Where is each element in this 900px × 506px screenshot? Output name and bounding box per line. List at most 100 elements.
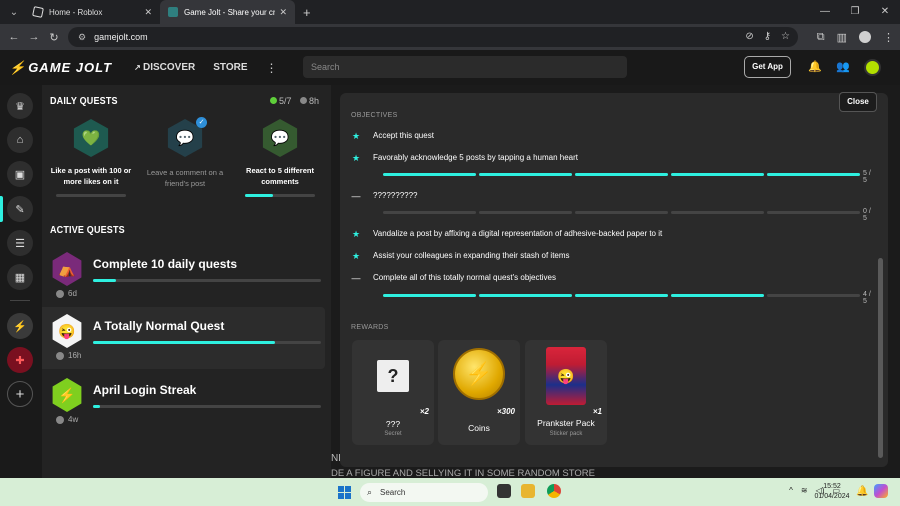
progress-segment xyxy=(575,211,668,214)
gamejolt-logo[interactable]: ⚡ GAME JOLT xyxy=(9,60,112,76)
reward-card[interactable]: ? ×2 ??? Secret xyxy=(352,340,434,445)
reward-card[interactable]: ⚡ ×300 Coins xyxy=(438,340,520,445)
compass-icon: ↗ xyxy=(134,63,143,72)
dash-icon: — xyxy=(351,191,361,201)
roblox-favicon-icon xyxy=(32,6,44,18)
maximize-icon[interactable]: ❐ xyxy=(840,0,870,24)
objective-count: 4 / 5 xyxy=(863,291,871,305)
progress-fill xyxy=(245,194,273,197)
progress-segment xyxy=(671,294,764,297)
daily-quest-text: React to 5 different comments xyxy=(246,166,314,186)
logo-text: GAME JOLT xyxy=(28,59,113,75)
nav-store[interactable]: STORE xyxy=(213,62,247,73)
bolt-icon: ⚡ xyxy=(9,59,27,75)
star-icon: ★ xyxy=(351,229,361,239)
trophy-icon[interactable]: ♛ xyxy=(7,93,33,119)
daily-count: 5/7 xyxy=(270,96,292,106)
add-community-icon[interactable]: + xyxy=(7,381,33,407)
active-quest-progress xyxy=(93,405,321,408)
close-tab-icon[interactable]: ✕ xyxy=(279,7,287,18)
objective-text: Accept this quest xyxy=(373,131,434,140)
progress-fill xyxy=(93,405,100,408)
notification-bell-icon[interactable]: 🔔 xyxy=(856,486,868,497)
coin-icon: ⚡ xyxy=(453,348,505,400)
file-explorer-icon[interactable] xyxy=(521,484,535,498)
notifications-bell-icon[interactable]: 🔔 xyxy=(808,60,822,73)
tab-gamejolt[interactable]: Game Jolt - Share your creation ✕ xyxy=(160,0,295,24)
task-view-icon[interactable] xyxy=(497,484,511,498)
objective-text: Complete all of this totally normal ques… xyxy=(373,273,556,282)
modal-scrollbar[interactable] xyxy=(878,258,883,458)
prankster-character-icon: 😜 xyxy=(52,314,82,348)
active-quest-item[interactable]: ⚡ April Login Streak 4w xyxy=(42,371,331,433)
quest-time-text: 4w xyxy=(68,415,79,424)
daily-quest-text: Leave a comment on a friend's post xyxy=(146,168,224,188)
get-app-button[interactable]: Get App xyxy=(744,56,791,78)
daily-quest-card[interactable]: 💬 ✓ Leave a comment on a friend's post xyxy=(140,117,230,189)
site-search-input[interactable]: Search xyxy=(303,56,627,78)
forward-icon[interactable]: → xyxy=(24,31,44,43)
daily-quest-text: Like a post with 100 or more likes on it xyxy=(50,166,132,186)
minimize-icon[interactable]: — xyxy=(810,0,840,24)
objective-text: Favorably acknowledge 5 posts by tapping… xyxy=(373,153,579,162)
gamejolt-community-icon[interactable]: ⚡ xyxy=(7,313,33,339)
quest-time: 16h xyxy=(56,351,81,360)
shop-icon[interactable]: ⌂ xyxy=(7,127,33,153)
taskbar-search[interactable]: ⌕ Search xyxy=(360,483,488,502)
library-icon[interactable]: ▦ xyxy=(7,264,33,290)
more-menu-icon[interactable]: ⋮ xyxy=(266,61,278,75)
clock-icon xyxy=(299,97,307,104)
progress-segment xyxy=(575,173,668,176)
nav-discover[interactable]: ↗ DISCOVER xyxy=(134,62,195,73)
active-quest-item[interactable]: 😜 A Totally Normal Quest 16h xyxy=(42,307,325,369)
react-comment-icon: 💬 xyxy=(262,119,298,157)
tab-roblox[interactable]: Home - Roblox ✕ xyxy=(25,0,160,24)
daily-quest-card[interactable]: 💚 Like a post with 100 or more likes on … xyxy=(46,119,136,197)
back-icon[interactable]: ← xyxy=(4,31,24,43)
close-tab-icon[interactable]: ✕ xyxy=(144,7,152,18)
tab-search-button[interactable]: ⌄ xyxy=(3,3,25,21)
close-button[interactable]: Close xyxy=(839,92,877,112)
copilot-icon[interactable] xyxy=(874,484,888,498)
windows-start-icon[interactable] xyxy=(338,486,351,499)
tab-title: Home - Roblox xyxy=(49,7,103,17)
reward-card[interactable]: 😜 ×1 Prankster Pack Sticker pack xyxy=(525,340,607,445)
daily-quest-progress xyxy=(56,194,126,197)
url-field[interactable]: ⚙ gamejolt.com ⊘ ⚷ ☆ xyxy=(68,27,798,47)
user-avatar[interactable] xyxy=(864,59,881,76)
active-quest-title: A Totally Normal Quest xyxy=(93,319,225,333)
quest-time-text: 6d xyxy=(68,289,77,298)
password-key-icon[interactable]: ⚷ xyxy=(764,31,771,42)
rewards-label: REWARDS xyxy=(351,324,389,331)
url-text: gamejolt.com xyxy=(94,32,148,42)
new-tab-icon[interactable]: + xyxy=(303,5,311,20)
clock-icon xyxy=(56,415,64,424)
side-panel-icon[interactable]: ▥ xyxy=(837,31,847,44)
camera-blocked-icon[interactable]: ⊘ xyxy=(745,31,753,42)
objective-progress xyxy=(383,211,860,214)
daily-quest-card[interactable]: 💬 React to 5 different comments xyxy=(235,119,325,197)
reward-name: ??? xyxy=(385,419,401,429)
lightning-bolt-icon: ⚡ xyxy=(52,378,82,412)
close-window-icon[interactable]: ✕ xyxy=(870,0,900,24)
friend-requests-icon[interactable]: 👥 xyxy=(836,60,850,73)
clock-icon xyxy=(56,289,64,298)
backpack-icon[interactable]: ▣ xyxy=(7,161,33,187)
browser-menu-icon[interactable]: ⋮ xyxy=(883,31,894,44)
site-info-icon[interactable]: ⚙ xyxy=(78,32,86,43)
objective-count: 0 / 5 xyxy=(863,208,871,222)
reload-icon[interactable]: ↻ xyxy=(44,31,64,44)
extensions-icon[interactable]: ⧉ xyxy=(817,31,825,44)
reward-quantity: ×300 xyxy=(496,407,515,416)
active-quest-item[interactable]: ⛺ Complete 10 daily quests 6d xyxy=(42,245,331,307)
taskbar-clock[interactable]: 15:52 01/04/2024 xyxy=(806,482,858,502)
chevron-up-icon[interactable]: ^ xyxy=(789,486,793,495)
chrome-icon[interactable] xyxy=(547,484,561,498)
profile-avatar[interactable] xyxy=(859,31,871,43)
quests-icon[interactable]: ✎ xyxy=(7,196,33,222)
progress-segment xyxy=(383,294,476,297)
chat-icon[interactable]: ☰ xyxy=(7,230,33,256)
taskbar-search-text: Search xyxy=(380,488,406,497)
community-avatar-icon[interactable]: ✚ xyxy=(7,347,33,373)
bookmark-star-icon[interactable]: ☆ xyxy=(781,31,790,42)
